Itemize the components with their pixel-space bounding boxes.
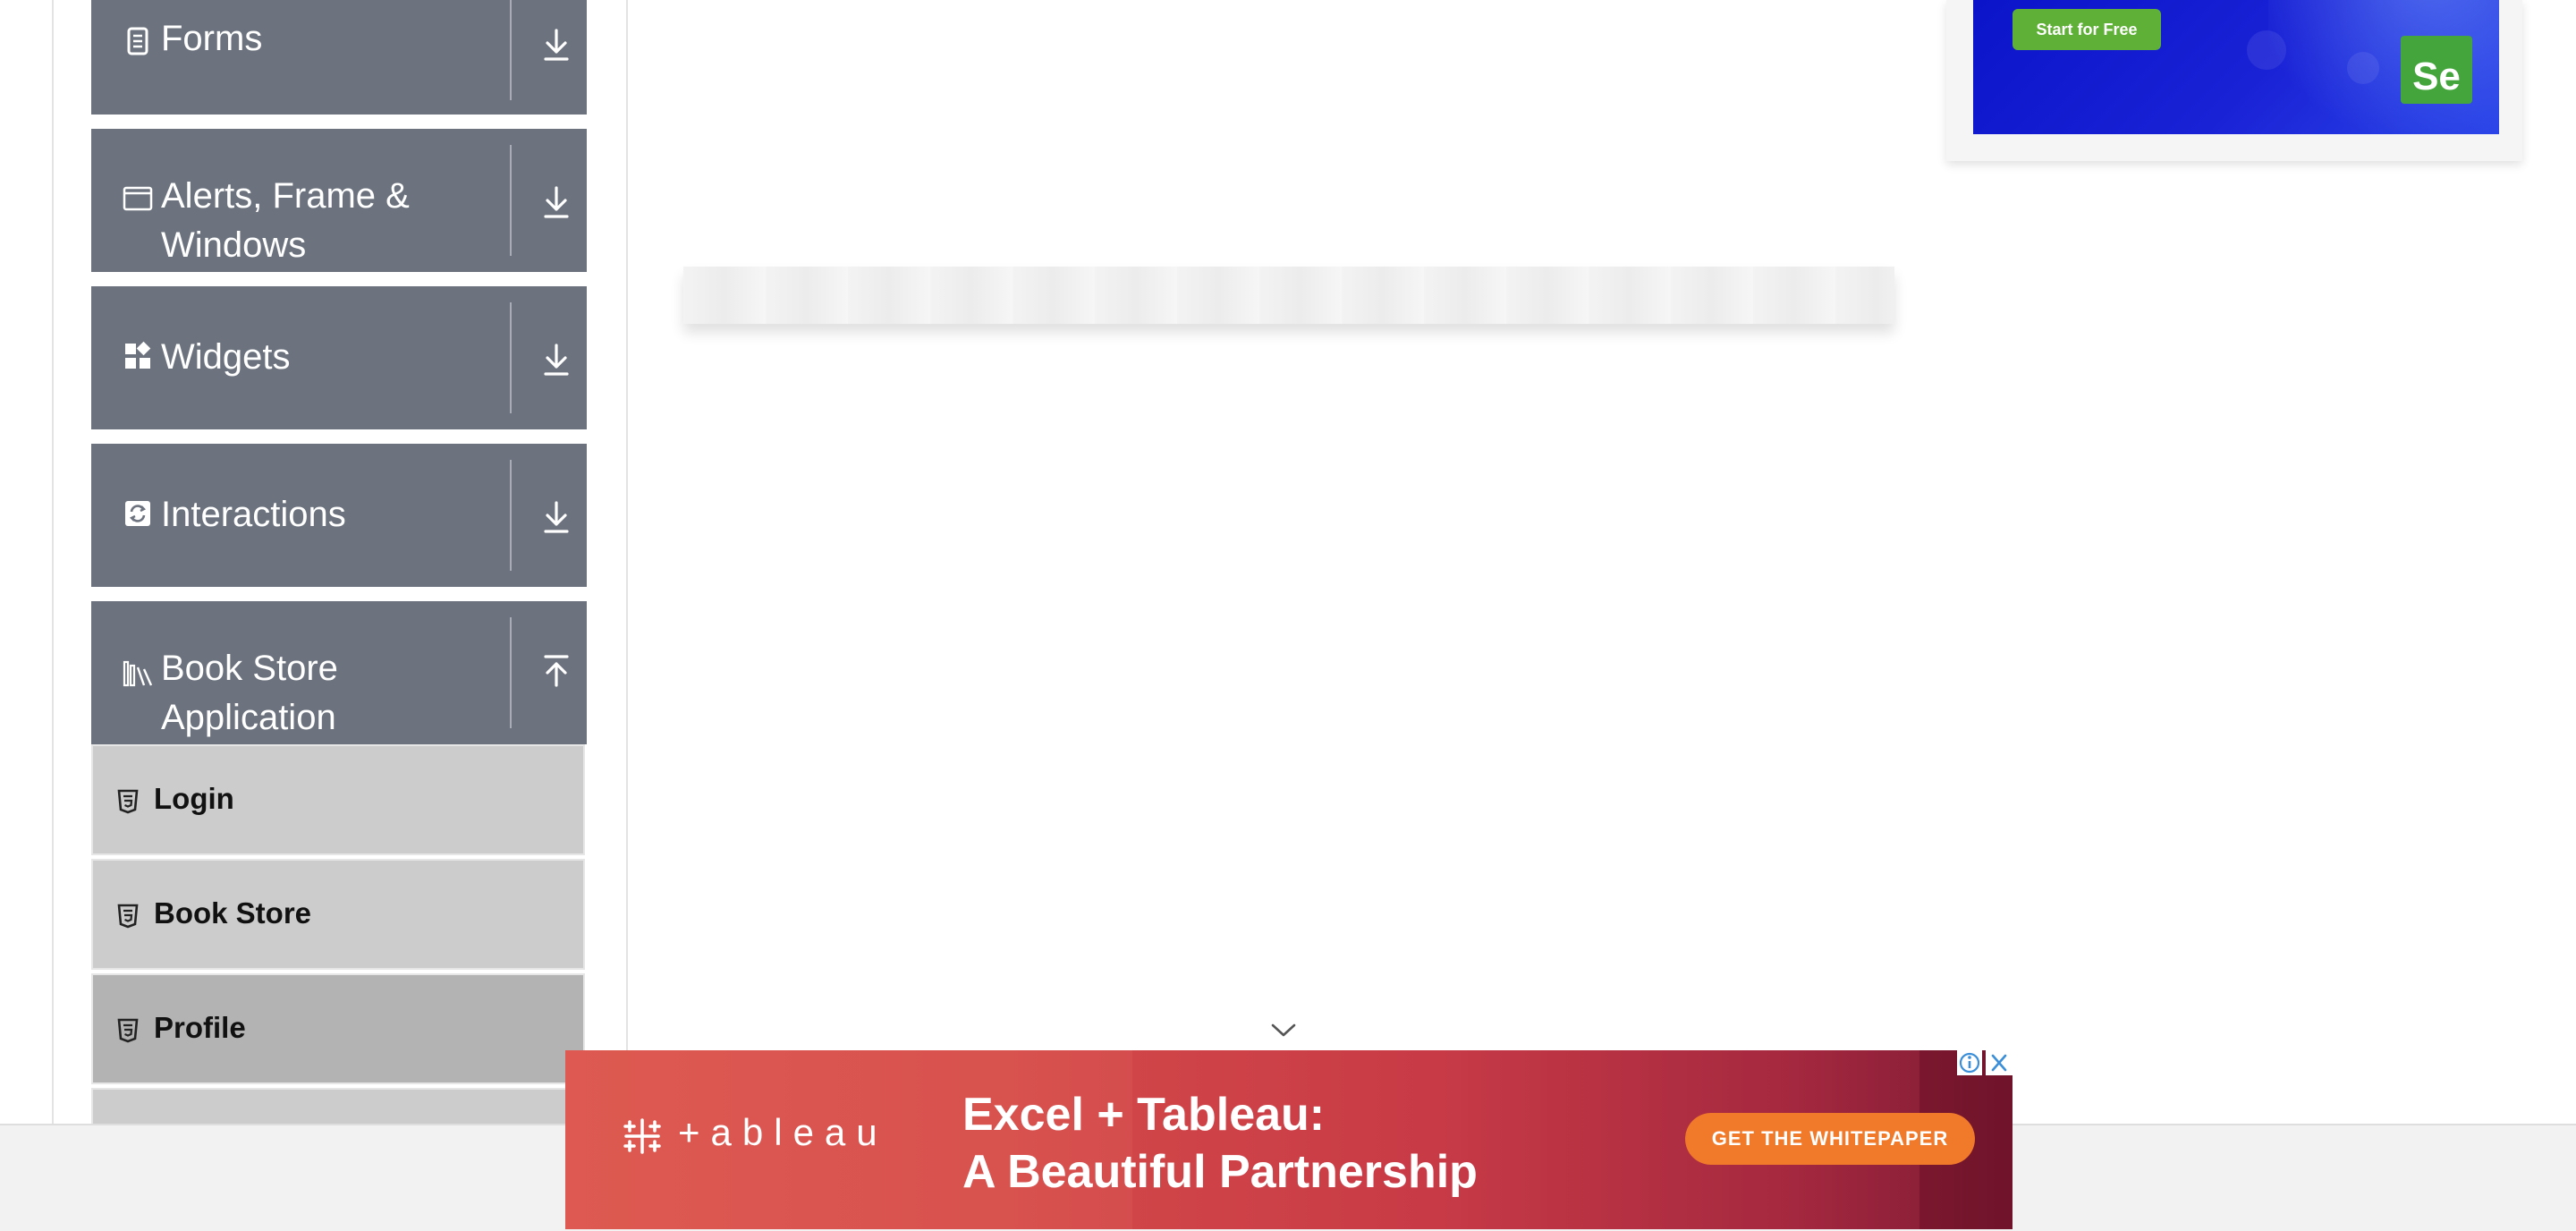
group-label-widgets: Widgets bbox=[161, 337, 291, 377]
ad-browser-icon bbox=[2247, 30, 2286, 70]
bottom-ad-banner[interactable]: +ableau Excel + Tableau: A Beautiful Par… bbox=[565, 1050, 2012, 1229]
get-whitepaper-button[interactable]: GET THE WHITEPAPER bbox=[1685, 1113, 1975, 1165]
expand-down-icon[interactable] bbox=[533, 21, 580, 68]
group-divider bbox=[510, 145, 512, 256]
menu-item-profile[interactable]: Profile bbox=[91, 973, 585, 1084]
expand-down-icon[interactable] bbox=[533, 494, 580, 540]
menu-item-label: Profile bbox=[154, 1011, 246, 1044]
books-icon bbox=[123, 660, 153, 687]
group-header-forms[interactable]: Forms bbox=[91, 0, 587, 115]
close-icon[interactable] bbox=[1986, 1050, 2012, 1075]
group-divider bbox=[510, 0, 512, 100]
tableau-logo-icon bbox=[623, 1118, 661, 1154]
window-icon bbox=[123, 186, 153, 211]
group-header-alerts-frame-windows[interactable]: Alerts, Frame & Windows bbox=[91, 129, 587, 272]
group-divider bbox=[510, 617, 512, 728]
adchoices-icon[interactable] bbox=[1957, 1050, 1982, 1075]
tableau-wordmark: +ableau bbox=[678, 1111, 888, 1153]
selenium-logo-text: Se bbox=[2412, 55, 2461, 98]
content-placeholder-bar bbox=[683, 267, 1894, 324]
menu-item-login[interactable]: Login bbox=[91, 744, 585, 855]
start-for-free-button[interactable]: Start for Free bbox=[2012, 9, 2161, 50]
top-ad-banner[interactable]: Start for Free Se bbox=[1973, 0, 2499, 134]
ad-headline-line1: Excel + Tableau: bbox=[962, 1089, 1326, 1141]
html5-icon bbox=[117, 1018, 139, 1043]
ad-image-icon bbox=[2347, 52, 2379, 84]
menu-item-label: Book Store bbox=[154, 896, 312, 930]
sidebar-right-border bbox=[626, 0, 628, 1124]
group-label-forms: Forms bbox=[161, 19, 263, 58]
menu-item-label: Login bbox=[154, 782, 234, 815]
html5-icon bbox=[117, 789, 139, 814]
group-label-book-store-application: Book Store Application bbox=[161, 649, 338, 737]
sidebar-left-border bbox=[52, 0, 54, 1124]
chevron-down-icon[interactable] bbox=[1270, 1022, 1297, 1040]
group-divider bbox=[510, 460, 512, 571]
group-label-interactions: Interactions bbox=[161, 495, 346, 534]
group-divider bbox=[510, 302, 512, 413]
expand-down-icon[interactable] bbox=[533, 336, 580, 383]
ad-headline-line2: A Beautiful Partnership bbox=[962, 1146, 1478, 1198]
group-header-book-store-application[interactable]: Book Store Application bbox=[91, 601, 587, 744]
widgets-icon bbox=[125, 341, 151, 369]
expand-down-icon[interactable] bbox=[533, 179, 580, 225]
top-ad-frame: Start for Free Se bbox=[1946, 0, 2522, 161]
ad-headline: Excel + Tableau: A Beautiful Partnership bbox=[962, 1086, 1478, 1201]
group-header-widgets[interactable]: Widgets bbox=[91, 286, 587, 429]
group-label-alerts-frame-windows: Alerts, Frame & Windows bbox=[161, 176, 410, 265]
html5-icon bbox=[117, 904, 139, 929]
interactions-icon bbox=[125, 501, 150, 526]
form-icon bbox=[127, 27, 148, 55]
group-header-interactions[interactable]: Interactions bbox=[91, 444, 587, 587]
collapse-up-icon[interactable] bbox=[533, 649, 580, 696]
menu-item-book-store[interactable]: Book Store bbox=[91, 859, 585, 970]
selenium-logo: Se bbox=[2401, 36, 2472, 104]
